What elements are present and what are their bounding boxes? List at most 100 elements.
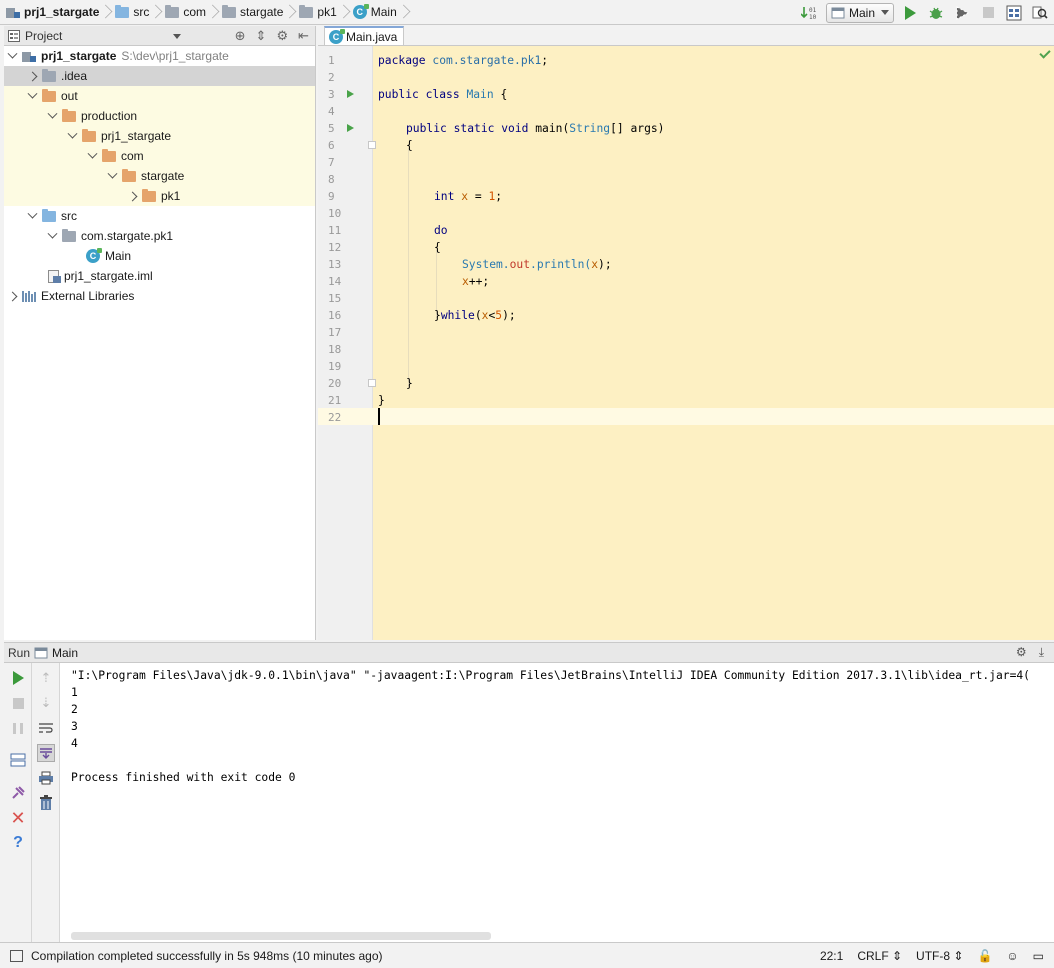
tree-item-main-class[interactable]: C Main (4, 246, 315, 266)
line-number: 13 (328, 258, 342, 271)
gear-icon[interactable]: ⚙ (1016, 645, 1027, 660)
tree-item-idea[interactable]: .idea (4, 66, 315, 86)
code-area[interactable]: 1 2 3 4 5 6 7 8 9 10 11 12 13 14 15 16 1… (318, 46, 1054, 640)
chevron-down-icon[interactable] (106, 170, 118, 182)
debug-button[interactable] (926, 3, 946, 23)
run-configuration-select[interactable]: Main (826, 2, 894, 23)
tree-item-prj1-stargate[interactable]: prj1_stargate (4, 126, 315, 146)
chevron-down-icon[interactable] (46, 110, 58, 122)
fold-marker-icon[interactable] (368, 379, 376, 387)
scroll-end-icon (40, 748, 52, 759)
chevron-down-icon[interactable] (46, 230, 58, 242)
project-structure-button[interactable] (1004, 3, 1024, 23)
line-separator[interactable]: CRLF ⇕ (857, 949, 902, 963)
run-with-coverage-button[interactable] (952, 3, 972, 23)
caret-position[interactable]: 22:1 (820, 949, 843, 963)
console-output[interactable]: "I:\Program Files\Java\jdk-9.0.1\bin\jav… (71, 663, 1051, 933)
code-line-9: int x = 1; (434, 190, 503, 203)
locate-file-icon[interactable]: ⊕ (235, 28, 246, 44)
code-line-12: { (434, 241, 441, 254)
stop-button[interactable] (9, 694, 27, 712)
tree-item-src[interactable]: src (4, 206, 315, 226)
run-class-gutter-icon[interactable] (347, 90, 354, 98)
tree-item-production[interactable]: production (4, 106, 315, 126)
gear-icon[interactable]: ⚙ (276, 28, 288, 44)
chevron-down-icon[interactable] (6, 50, 18, 62)
help-button[interactable]: ? (9, 834, 27, 852)
restore-layout-button[interactable] (9, 751, 27, 769)
chevron-right-icon[interactable] (6, 290, 18, 302)
tool-windows-icon[interactable] (10, 949, 23, 962)
chevron-down-icon[interactable] (26, 90, 38, 102)
tree-item-iml[interactable]: prj1_stargate.iml (4, 266, 315, 286)
line-number: 1 (328, 54, 335, 67)
breadcrumb-com[interactable]: com (159, 0, 216, 25)
tree-item-stargate[interactable]: stargate (4, 166, 315, 186)
run-panel-header: Run Main ⚙ ⤓ (4, 643, 1054, 663)
run-button[interactable] (900, 3, 920, 23)
run-main-gutter-icon[interactable] (347, 124, 354, 132)
breadcrumb-project[interactable]: prj1_stargate (0, 0, 109, 25)
view-mode-dropdown[interactable] (173, 34, 181, 39)
code-line-1: package com.stargate.pk1; (378, 54, 549, 67)
scroll-down-button[interactable]: ⇣ (37, 694, 55, 712)
line-number: 11 (328, 224, 342, 237)
tree-item-pk1[interactable]: pk1 (4, 186, 315, 206)
file-encoding[interactable]: UTF-8 ⇕ (916, 949, 963, 963)
project-icon (22, 50, 36, 62)
pause-button[interactable] (9, 719, 27, 737)
code-line-11: do (434, 224, 448, 237)
chevron-right-icon[interactable] (26, 70, 38, 82)
scroll-up-button[interactable]: ⇡ (37, 669, 55, 687)
hide-panel-icon[interactable]: ⤓ (1039, 645, 1044, 660)
collapse-all-icon[interactable]: ⇕ (256, 28, 267, 44)
search-icon (1032, 6, 1048, 19)
breadcrumb-main[interactable]: C Main (347, 0, 407, 25)
tree-item-out[interactable]: out (4, 86, 315, 106)
tree-item-project-root[interactable]: prj1_stargate S:\dev\prj1_stargate (4, 46, 315, 66)
project-structure-icon (1006, 5, 1022, 20)
status-bar: Compilation completed successfully in 5s… (0, 942, 1054, 968)
chevron-right-icon[interactable] (126, 190, 138, 202)
soft-wrap-button[interactable] (37, 719, 55, 737)
tree-item-com[interactable]: com (4, 146, 315, 166)
trash-icon (40, 795, 52, 810)
lock-icon[interactable]: 🔓 (977, 949, 992, 963)
tree-item-external-libraries[interactable]: External Libraries (4, 286, 315, 306)
line-number: 12 (328, 241, 342, 254)
build-project-icon[interactable]: 01 10 (800, 3, 820, 23)
line-number: 9 (328, 190, 335, 203)
scroll-to-end-button[interactable] (37, 744, 55, 762)
pin-button[interactable] (9, 784, 27, 802)
horizontal-scrollbar[interactable] (71, 932, 491, 940)
chevron-down-icon[interactable] (86, 150, 98, 162)
hide-panel-icon[interactable]: ⇤ (298, 28, 309, 44)
inspector-icon[interactable]: ☺ (1006, 949, 1018, 963)
print-button[interactable] (37, 769, 55, 787)
console-line: 1 (71, 686, 78, 699)
stop-button[interactable] (978, 3, 998, 23)
folder-icon (42, 68, 56, 82)
line-number: 6 (328, 139, 335, 152)
clear-all-button[interactable] (37, 794, 55, 812)
close-button[interactable]: ✕ (9, 808, 27, 828)
chevron-down-icon[interactable] (66, 130, 78, 142)
breadcrumb-pk1[interactable]: pk1 (293, 0, 346, 25)
breadcrumb-stargate[interactable]: stargate (216, 0, 293, 25)
chevron-down-icon[interactable] (26, 210, 38, 222)
indent-guide (408, 148, 409, 386)
breadcrumb-src[interactable]: src (109, 0, 159, 25)
run-tab-main[interactable]: Main (52, 646, 78, 660)
tree-item-package[interactable]: com.stargate.pk1 (4, 226, 315, 246)
status-message[interactable]: Compilation completed successfully in 5s… (31, 949, 383, 963)
rerun-button[interactable] (9, 669, 27, 687)
code-line-6: { (406, 139, 413, 152)
event-log-icon[interactable]: ▭ (1033, 949, 1044, 963)
fold-marker-icon[interactable] (368, 141, 376, 149)
tab-main-java[interactable]: C Main.java (324, 26, 405, 45)
stop-icon (12, 697, 24, 709)
package-icon (62, 228, 76, 242)
config-icon (831, 7, 845, 18)
search-everywhere-button[interactable] (1030, 3, 1050, 23)
class-icon: C (352, 4, 369, 19)
